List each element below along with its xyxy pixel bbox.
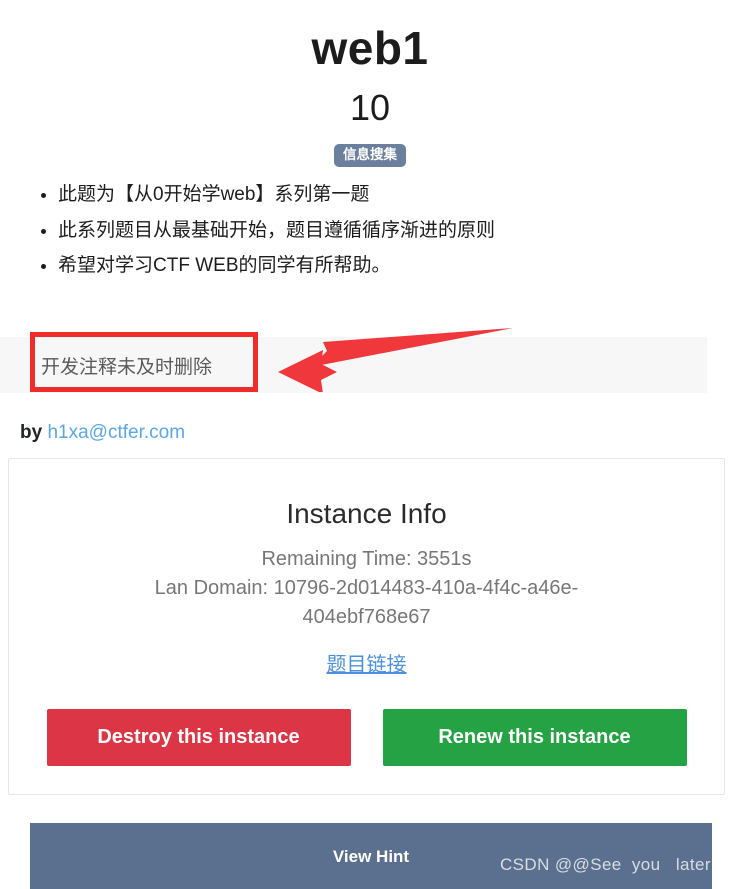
instance-info-title: Instance Info	[286, 498, 447, 529]
instance-info-card: Instance Info Remaining Time: 3551s Lan …	[8, 458, 725, 795]
instance-actions: Destroy this instance Renew this instanc…	[9, 709, 724, 766]
challenge-link[interactable]: 题目链接	[327, 654, 407, 676]
lan-domain-text: Lan Domain: 10796-2d014483-410a-4f4c-a46…	[154, 576, 579, 628]
instance-link-wrap: 题目链接	[9, 632, 724, 677]
description-list: 此题为【从0开始学web】系列第一题 此系列题目从最基础开始，题目遵循循序渐进的…	[0, 177, 740, 282]
author-line: by h1xa@ctfer.com	[20, 422, 185, 444]
category-badge-row: 信息搜集	[0, 144, 740, 168]
author-prefix: by	[20, 422, 43, 443]
instance-meta: Remaining Time: 3551s Lan Domain: 10796-…	[9, 531, 724, 632]
challenge-score: 10	[349, 86, 391, 128]
page-title: web1	[311, 22, 429, 74]
list-item: 希望对学习CTF WEB的同学有所帮助。	[58, 248, 740, 283]
status-badge: 信息搜集	[334, 144, 406, 168]
remaining-time-text: Remaining Time: 3551s	[261, 547, 472, 570]
list-item: 此题为【从0开始学web】系列第一题	[58, 177, 740, 212]
renew-instance-button[interactable]: Renew this instance	[382, 709, 687, 766]
annotation-rectangle	[30, 332, 258, 392]
challenge-page: web1 10 信息搜集 此题为【从0开始学web】系列第一题 此系列题目从最基…	[0, 0, 740, 889]
destroy-instance-button[interactable]: Destroy this instance	[46, 709, 351, 766]
list-item: 此系列题目从最基础开始，题目遵循循序渐进的原则	[58, 213, 740, 248]
view-hint-button[interactable]: View Hint	[30, 823, 712, 889]
author-email-link[interactable]: h1xa@ctfer.com	[47, 422, 185, 443]
